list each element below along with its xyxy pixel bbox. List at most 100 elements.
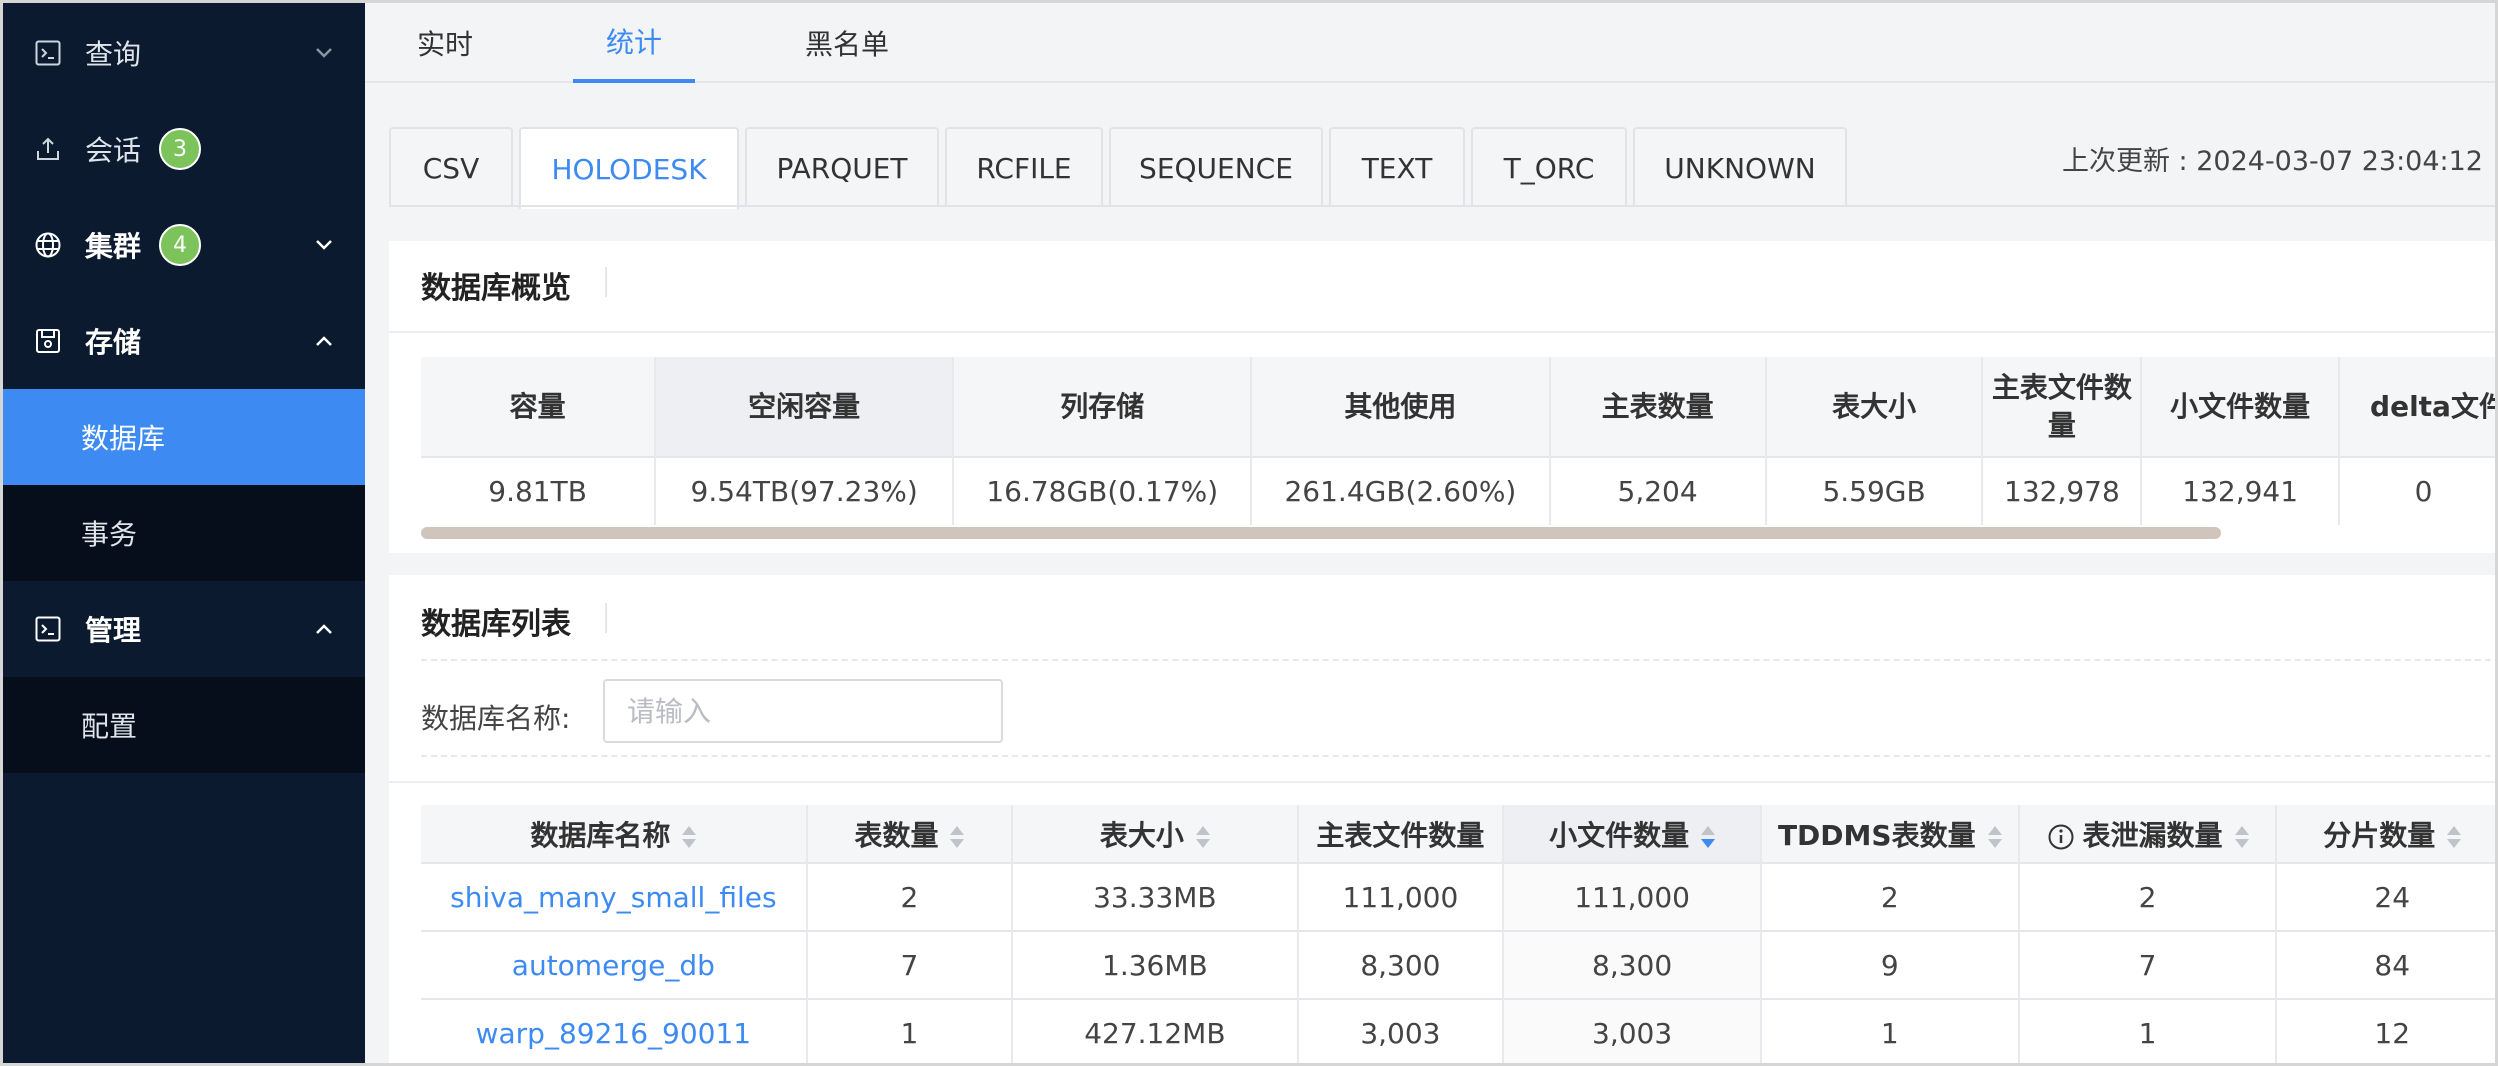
db-name-link[interactable]: warp_89216_90011 bbox=[476, 1017, 752, 1050]
overview-cell: 16.78GB(0.17%) bbox=[953, 456, 1253, 525]
overview-cell: 5,204 bbox=[1549, 456, 1767, 525]
sidebar-item-cluster[interactable]: 集群 4 bbox=[3, 197, 365, 293]
sidebar-item-transaction[interactable]: 事务 bbox=[3, 485, 365, 581]
chevron-up-icon bbox=[313, 618, 335, 640]
table-cell: 84 bbox=[2276, 930, 2495, 999]
main-content: 实时 统计 黑名单 CSV HOLODESK PARQUET RCFILE SE… bbox=[365, 3, 2495, 1063]
upload-icon bbox=[33, 134, 63, 164]
overview-cell: 9.54TB(97.23%) bbox=[655, 456, 955, 525]
format-tab-unknown[interactable]: UNKNOWN bbox=[1633, 127, 1847, 207]
tab-realtime[interactable]: 实时 bbox=[395, 3, 495, 83]
column-header-leak-count[interactable]: 表泄漏数量 bbox=[2018, 805, 2278, 863]
format-tab-rcfile[interactable]: RCFILE bbox=[945, 127, 1103, 207]
column-header-table-size[interactable]: 表大小 bbox=[1012, 805, 1299, 863]
db-name-link[interactable]: shiva_many_small_files bbox=[450, 881, 776, 914]
chevron-down-icon bbox=[313, 42, 335, 64]
sort-icon[interactable] bbox=[2234, 825, 2249, 849]
table-cell: 3,003 bbox=[1503, 998, 1762, 1063]
cluster-count-badge: 4 bbox=[159, 224, 201, 266]
divider bbox=[421, 659, 2495, 661]
overview-header: 小文件数量 bbox=[2141, 357, 2341, 457]
column-header-label: 表数量 bbox=[854, 818, 939, 852]
table-cell: 427.12MB bbox=[1012, 998, 1299, 1063]
db-name-cell: shiva_many_small_files bbox=[421, 862, 808, 931]
column-header-label: 表大小 bbox=[1099, 818, 1184, 852]
overview-cell: 132,978 bbox=[1982, 456, 2143, 525]
tab-divider bbox=[389, 205, 2495, 207]
db-list-table: 数据库名称 表数量 表大小 主表文件数量 小文件数量 TDDMS表数量 表泄漏数… bbox=[421, 805, 2495, 1063]
overview-cell: 5.59GB bbox=[1765, 456, 1984, 525]
table-cell: 12 bbox=[2276, 998, 2495, 1063]
format-tab-sequence[interactable]: SEQUENCE bbox=[1109, 127, 1323, 207]
sidebar-item-manage[interactable]: 管理 bbox=[3, 581, 365, 677]
sort-icon[interactable] bbox=[682, 825, 697, 849]
db-name-search-input[interactable] bbox=[603, 679, 1003, 743]
overview-header: 空闲容量 bbox=[655, 357, 955, 457]
db-list-title: 数据库列表 bbox=[421, 599, 607, 643]
terminal-icon bbox=[33, 614, 63, 644]
sidebar-item-config[interactable]: 配置 bbox=[3, 677, 365, 773]
format-tab-parquet[interactable]: PARQUET bbox=[745, 127, 939, 207]
column-header-label: 小文件数量 bbox=[1549, 818, 1690, 852]
table-row: warp_89216_90011 1 427.12MB 3,003 3,003 … bbox=[421, 998, 2495, 1063]
table-cell: 7 bbox=[2018, 930, 2278, 999]
sidebar-item-session[interactable]: 会话 3 bbox=[3, 101, 365, 197]
format-tab-csv[interactable]: CSV bbox=[389, 127, 513, 207]
terminal-icon bbox=[33, 38, 63, 68]
column-header-small-file-count[interactable]: 小文件数量 bbox=[1503, 805, 1762, 863]
sidebar-item-storage[interactable]: 存储 bbox=[3, 293, 365, 389]
db-name-link[interactable]: automerge_db bbox=[512, 949, 715, 982]
sidebar-item-query[interactable]: 查询 bbox=[3, 5, 365, 101]
horizontal-scrollbar[interactable] bbox=[421, 527, 2221, 539]
column-header-label: 分片数量 bbox=[2323, 818, 2436, 852]
sort-icon[interactable] bbox=[1195, 825, 1210, 849]
sort-desc-icon[interactable] bbox=[1701, 825, 1716, 849]
table-cell: 2 bbox=[1760, 862, 2020, 931]
overview-table: 容量 空闲容量 列存储 其他使用 主表数量 表大小 主表文件数量 小文件数量 d… bbox=[421, 357, 2495, 525]
overview-header: 其他使用 bbox=[1251, 357, 1551, 457]
db-name-cell: warp_89216_90011 bbox=[421, 998, 808, 1063]
table-cell: 2 bbox=[806, 862, 1014, 931]
sidebar-item-label: 管理 bbox=[85, 614, 142, 647]
table-cell: 1 bbox=[806, 998, 1014, 1063]
overview-header: delta文件 bbox=[2339, 357, 2495, 457]
top-tab-bar: 实时 统计 黑名单 bbox=[365, 3, 2495, 83]
overview-divider bbox=[389, 331, 2495, 333]
overview-card: 数据库概览 容量 空闲容量 列存储 其他使用 主表数量 表大小 主表文件数量 小… bbox=[389, 241, 2495, 553]
column-header-table-count[interactable]: 表数量 bbox=[806, 805, 1014, 863]
search-label: 数据库名称: bbox=[421, 702, 571, 735]
overview-header: 表大小 bbox=[1765, 357, 1984, 457]
table-cell: 3,003 bbox=[1297, 998, 1505, 1063]
info-icon[interactable] bbox=[2047, 823, 2075, 851]
sort-icon[interactable] bbox=[1987, 825, 2002, 849]
column-header-label: 数据库名称 bbox=[530, 818, 671, 852]
column-header-tddms-count[interactable]: TDDMS表数量 bbox=[1760, 805, 2020, 863]
tab-blacklist[interactable]: 黑名单 bbox=[783, 3, 911, 83]
table-row: shiva_many_small_files 2 33.33MB 111,000… bbox=[421, 862, 2495, 931]
globe-icon bbox=[33, 230, 63, 260]
tab-statistics[interactable]: 统计 bbox=[573, 3, 695, 83]
sidebar-item-label: 事务 bbox=[81, 518, 138, 551]
table-cell: 7 bbox=[806, 930, 1014, 999]
format-tab-t-orc[interactable]: T_ORC bbox=[1471, 127, 1627, 207]
divider bbox=[389, 781, 2495, 783]
column-header-shard-count[interactable]: 分片数量 bbox=[2276, 805, 2495, 863]
table-row: automerge_db 7 1.36MB 8,300 8,300 9 7 84 bbox=[421, 930, 2495, 999]
format-tab-text[interactable]: TEXT bbox=[1329, 127, 1465, 207]
column-header-db-name[interactable]: 数据库名称 bbox=[421, 805, 808, 863]
sort-icon[interactable] bbox=[950, 825, 965, 849]
chevron-down-icon bbox=[313, 234, 335, 256]
column-header-main-file-count: 主表文件数量 bbox=[1297, 805, 1505, 863]
overview-title: 数据库概览 bbox=[421, 263, 607, 307]
overview-header: 主表文件数量 bbox=[1982, 357, 2143, 457]
sidebar-item-database[interactable]: 数据库 bbox=[3, 389, 365, 485]
disk-icon bbox=[33, 326, 63, 356]
db-list-card: 数据库列表 数据库名称: 数据库名称 表数量 表大小 主表文件数量 bbox=[389, 575, 2495, 1063]
overview-row: 9.81TB 9.54TB(97.23%) 16.78GB(0.17%) 261… bbox=[421, 456, 2495, 525]
format-tab-holodesk[interactable]: HOLODESK bbox=[519, 127, 739, 209]
session-count-badge: 3 bbox=[159, 128, 201, 170]
table-cell: 1 bbox=[2018, 998, 2278, 1063]
table-cell: 1.36MB bbox=[1012, 930, 1299, 999]
overview-header: 列存储 bbox=[953, 357, 1253, 457]
sort-icon[interactable] bbox=[2447, 825, 2462, 849]
